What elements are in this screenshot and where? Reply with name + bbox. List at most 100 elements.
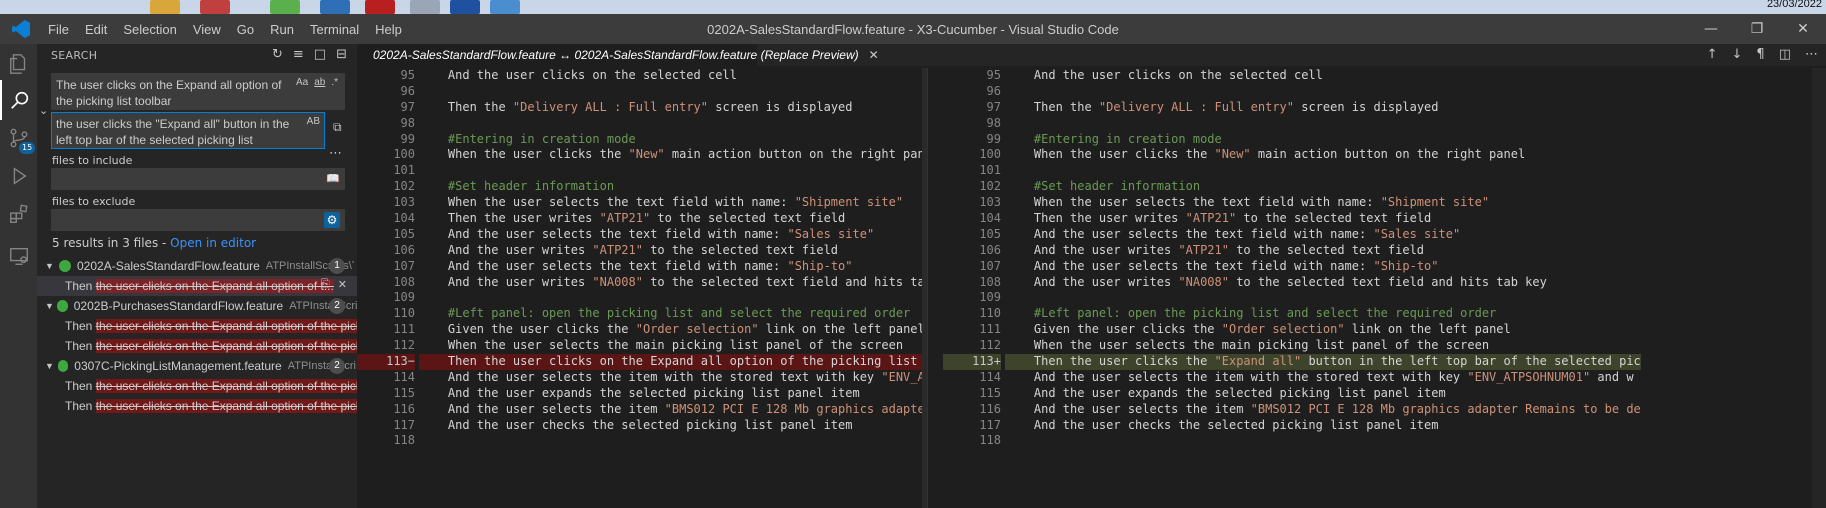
menu-help[interactable]: Help [367,22,410,37]
replace-all-icon[interactable]: ⧉ [333,120,342,135]
split-editor-icon[interactable]: ◫ [1779,44,1791,66]
tab-replace-preview[interactable]: 0202A-SalesStandardFlow.feature ↔ 0202A-… [357,44,879,66]
menu-go[interactable]: Go [229,22,262,37]
toggle-replace-chevron-icon[interactable]: ⌄ [39,104,48,117]
code-line[interactable]: And the user selects the item with the s… [1005,370,1641,386]
taskbar-app-icon[interactable] [410,0,440,14]
chevron-down-icon[interactable]: ▼ [45,361,58,371]
code-line[interactable]: And the user selects the text field with… [1005,227,1641,243]
code-line[interactable]: And the user writes "NA008" to the selec… [419,275,927,291]
code-line[interactable]: And the user expands the selected pickin… [1005,386,1641,402]
more-actions-icon[interactable]: ⋯ [1805,44,1818,66]
refresh-icon[interactable]: ↻ [272,47,283,62]
original-pane[interactable]: 95 96 97 98 99 100 101 102 103 104 105 106 107 108 109… [357,68,927,508]
files-include-input[interactable]: 📖 [51,168,345,190]
new-search-editor-icon[interactable]: □ [314,47,326,62]
code-line[interactable]: #Set header information [419,179,927,195]
modified-scrollbar[interactable] [1812,68,1826,508]
result-match-row[interactable]: Then the user clicks on the Expand all o… [37,376,357,396]
chevron-down-icon[interactable]: ▼ [45,261,59,271]
code-line[interactable] [419,84,927,100]
result-match-row[interactable]: Then the user clicks on the Expand all o… [37,276,357,296]
code-line[interactable]: And the user writes "ATP21" to the selec… [419,243,927,259]
clear-results-icon[interactable]: ≡ [293,47,304,62]
code-line[interactable]: And the user expands the selected pickin… [419,386,927,402]
extensions-icon[interactable] [0,194,37,234]
close-icon[interactable]: ✕ [1780,14,1826,44]
use-exclude-settings-icon[interactable]: ⚙ [324,212,340,228]
code-line[interactable] [1005,290,1641,306]
show-whitespace-icon[interactable]: ¶ [1756,44,1764,66]
taskbar-app-icon[interactable] [320,0,350,14]
taskbar-app-icon[interactable] [490,0,520,14]
code-line[interactable]: #Entering in creation mode [1005,132,1641,148]
code-line[interactable]: When the user selects the text field wit… [419,195,927,211]
result-file-row[interactable]: ▼ 0202A-SalesStandardFlow.feature ATPInsta… [37,256,357,276]
code-line[interactable]: And the user writes "ATP21" to the selec… [1005,243,1641,259]
code-line[interactable] [419,116,927,132]
modified-pane[interactable]: 95 96 97 98 99 100 101 102 103 104 105 106 107 108 109… [943,68,1826,508]
taskbar-app-icon[interactable] [150,0,180,14]
files-exclude-input[interactable]: ⚙ [51,209,345,231]
chevron-down-icon[interactable]: ▼ [45,301,57,311]
code-line[interactable] [1005,116,1641,132]
replace-input[interactable]: the user clicks the "Expand all" button … [51,112,325,149]
result-file-row[interactable]: ▼ 0202B-PurchasesStandardFlow.feature ATPI… [37,296,357,316]
code-line[interactable]: And the user selects the item "BMS012 PC… [419,402,927,418]
code-line[interactable] [419,290,927,306]
menu-edit[interactable]: Edit [77,22,115,37]
run-debug-icon[interactable] [0,156,37,196]
code-line[interactable]: When the user selects the main picking l… [1005,338,1641,354]
collapse-all-icon[interactable]: ⊟ [336,47,347,62]
code-line[interactable]: And the user selects the text field with… [1005,259,1641,275]
restore-icon[interactable]: ❐ [1734,14,1780,44]
source-control-icon[interactable]: 15 [0,118,37,158]
match-whole-word-icon[interactable]: ab [314,77,325,88]
open-in-editor-link[interactable]: Open in editor [170,236,256,250]
taskbar-app-icon[interactable] [200,0,230,14]
result-file-row[interactable]: ▼ 0307C-PickingListManagement.feature ATPI… [37,356,357,376]
taskbar-app-icon[interactable] [365,0,395,14]
menu-terminal[interactable]: Terminal [302,22,367,37]
code-line[interactable]: #Entering in creation mode [419,132,927,148]
menu-run[interactable]: Run [262,22,302,37]
code-line[interactable] [419,433,927,449]
code-line[interactable]: And the user selects the text field with… [419,227,927,243]
explorer-icon[interactable] [0,44,37,84]
code-line[interactable]: Then the user clicks on the Expand all o… [419,354,927,370]
taskbar-app-icon[interactable] [450,0,480,14]
code-line[interactable]: Given the user clicks the "Order selecti… [1005,322,1641,338]
code-line[interactable]: When the user clicks the "New" main acti… [1005,147,1641,163]
code-line[interactable]: And the user clicks on the selected cell [1005,68,1641,84]
code-line[interactable]: And the user checks the selected picking… [1005,418,1641,434]
code-line[interactable]: Given the user clicks the "Order selecti… [419,322,927,338]
code-line[interactable]: And the user selects the item "BMS012 PC… [1005,402,1641,418]
code-line[interactable]: Then the user clicks the "Expand all" bu… [1005,354,1641,370]
remote-explorer-icon[interactable] [0,236,37,276]
close-tab-icon[interactable]: ✕ [869,48,879,62]
menu-view[interactable]: View [185,22,229,37]
code-line[interactable]: #Set header information [1005,179,1641,195]
search-input[interactable]: The user clicks on the Expand all option… [51,73,345,110]
menu-selection[interactable]: Selection [115,22,184,37]
next-change-icon[interactable]: ↓ [1732,44,1743,66]
code-line[interactable] [419,163,927,179]
code-line[interactable]: And the user selects the item with the s… [419,370,927,386]
original-code[interactable]: And the user clicks on the selected cell… [419,68,927,449]
result-match-row[interactable]: Then the user clicks on the Expand all o… [37,336,357,356]
open-editors-only-icon[interactable]: 📖 [326,172,340,185]
menu-file[interactable]: File [40,22,77,37]
code-line[interactable]: #Left panel: open the picking list and s… [419,306,927,322]
code-line[interactable]: #Left panel: open the picking list and s… [1005,306,1641,322]
code-line[interactable] [1005,433,1641,449]
preserve-case-icon[interactable]: AB [307,116,320,127]
dismiss-icon[interactable]: ✕ [338,278,347,291]
code-line[interactable]: And the user selects the text field with… [419,259,927,275]
code-line[interactable]: Then the "Delivery ALL : Full entry" scr… [419,100,927,116]
code-line[interactable] [1005,163,1641,179]
code-line[interactable]: Then the user writes "ATP21" to the sele… [419,211,927,227]
search-icon[interactable] [0,80,37,120]
replace-icon[interactable]: ⎘ [321,278,330,291]
code-line[interactable]: When the user selects the main picking l… [419,338,927,354]
code-line[interactable]: Then the user writes "ATP21" to the sele… [1005,211,1641,227]
